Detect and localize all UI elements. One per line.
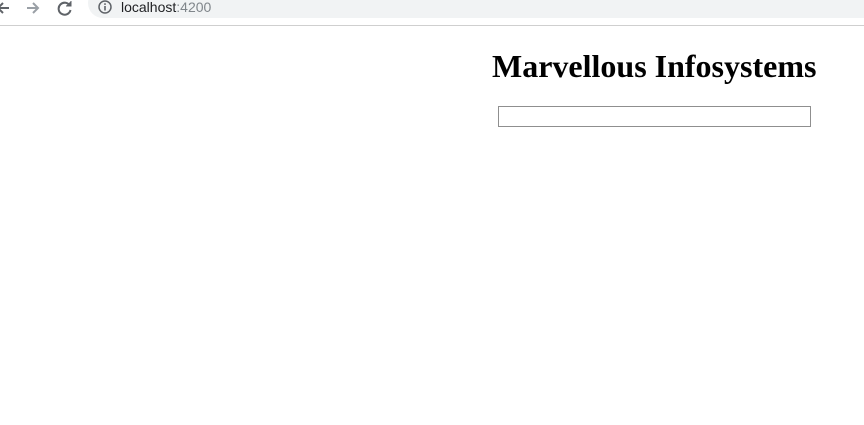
page-content: Marvellous Infosystems <box>0 26 864 425</box>
reload-icon[interactable] <box>56 0 74 16</box>
address-url[interactable]: localhost:4200 <box>121 0 211 15</box>
back-arrow-icon[interactable] <box>0 0 12 16</box>
browser-toolbar: localhost:4200 <box>0 0 864 26</box>
text-input[interactable] <box>498 106 811 127</box>
info-icon[interactable] <box>98 0 112 14</box>
url-port: :4200 <box>176 0 212 15</box>
forward-arrow-icon[interactable] <box>24 0 42 16</box>
page-title: Marvellous Infosystems <box>492 48 817 84</box>
url-host: localhost <box>121 0 177 15</box>
